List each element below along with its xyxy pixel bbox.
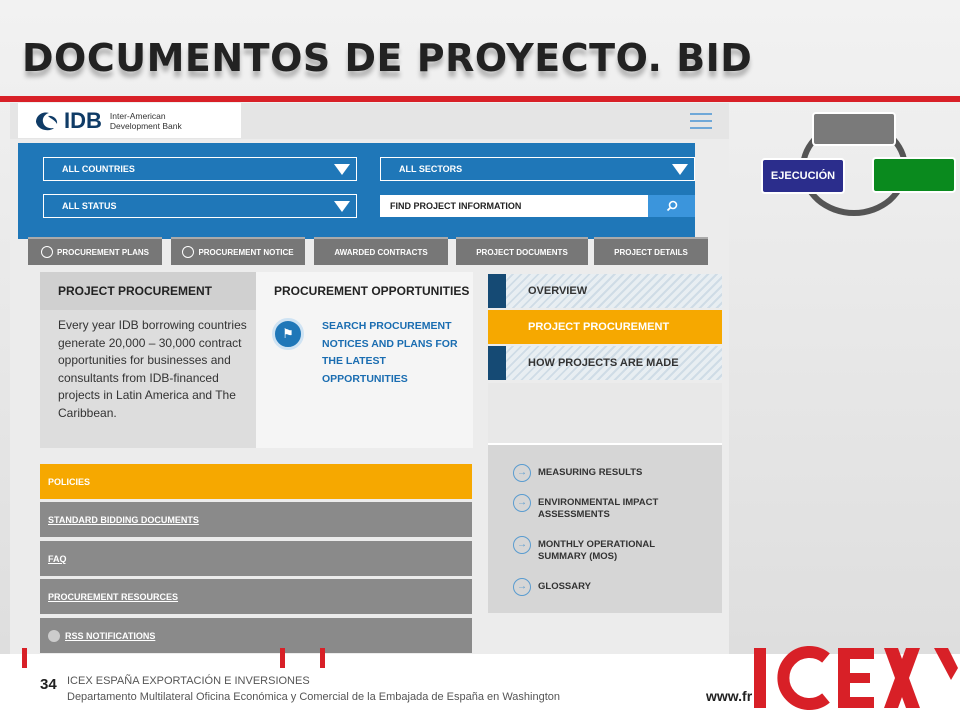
- related-links: → MEASURING RESULTS → ENVIRONMENTAL IMPACT…: [488, 443, 722, 613]
- search-procurement-link[interactable]: SEARCH PROCUREMENT NOTICES AND PLANS FOR…: [322, 318, 462, 388]
- project-search-input[interactable]: FIND PROJECT INFORMATION: [380, 195, 648, 217]
- status-value: ALL STATUS: [62, 201, 117, 211]
- sectors-value: ALL SECTORS: [399, 164, 463, 174]
- logo-name-line1: Inter-American: [109, 110, 166, 121]
- icex-logo: [754, 646, 958, 710]
- link-glossary[interactable]: → GLOSSARY: [513, 578, 591, 596]
- tab-label: PROJECT DETAILS: [614, 247, 688, 257]
- side-menu-how-projects-are-made[interactable]: HOW PROJECTS ARE MADE: [488, 346, 722, 380]
- list-procurement-resources[interactable]: PROCUREMENT RESOURCES: [40, 579, 472, 614]
- tab-label: PROCUREMENT PLANS: [56, 247, 149, 257]
- filter-band: ALL COUNTRIES ALL SECTORS ALL STATUS FIN…: [18, 143, 695, 239]
- idb-logo[interactable]: IDB Inter-American Development Bank: [18, 103, 241, 138]
- link-label: GLOSSARY: [538, 581, 591, 592]
- slide-title: DOCUMENTOS DE PROYECTO. BID: [22, 36, 753, 80]
- tab-project-details[interactable]: PROJECT DETAILS: [594, 237, 708, 265]
- footer-decoration: [22, 648, 27, 668]
- side-menu-project-procurement[interactable]: PROJECT PROCUREMENT: [488, 310, 722, 344]
- cycle-stage-grey: [812, 112, 896, 146]
- cycle-stage-ejecucion: EJECUCIÓN: [761, 158, 845, 194]
- chevron-down-icon: [672, 163, 688, 175]
- procurement-panel: PROJECT PROCUREMENT PROCUREMENT OPPORTUN…: [40, 272, 473, 448]
- globe-icon: [36, 111, 58, 130]
- arrow-right-icon: →: [513, 494, 531, 512]
- procurement-search-box: ⚑ SEARCH PROCUREMENT NOTICES AND PLANS F…: [256, 310, 473, 448]
- chevron-down-icon: [334, 163, 350, 175]
- tab-awarded-contracts[interactable]: AWARDED CONTRACTS: [314, 237, 448, 265]
- footer-organization: ICEX ESPAÑA EXPORTACIÓN E INVERSIONES: [67, 675, 310, 687]
- footer-department: Departamento Multilateral Oficina Económ…: [67, 691, 561, 703]
- arrow-right-icon: →: [513, 464, 531, 482]
- flag-icon: [182, 246, 195, 258]
- flag-icon: ⚑: [272, 318, 304, 350]
- title-divider: [0, 96, 960, 102]
- status-dropdown[interactable]: ALL STATUS: [43, 194, 357, 218]
- tab-procurement-notice[interactable]: PROCUREMENT NOTICE: [171, 237, 305, 265]
- hamburger-menu-icon[interactable]: [681, 108, 721, 136]
- arrow-right-icon: →: [513, 536, 531, 554]
- tab-project-documents[interactable]: PROJECT DOCUMENTS: [456, 237, 588, 265]
- footer-url: www.fr: [706, 688, 752, 704]
- rss-icon: [48, 629, 60, 642]
- link-measuring-results[interactable]: → MEASURING RESULTS: [513, 464, 643, 482]
- list-faq[interactable]: FAQ: [40, 541, 472, 576]
- footer-decoration: [280, 648, 285, 668]
- link-environmental-impact[interactable]: → ENVIRONMENTAL IMPACT ASSESSMENTS: [513, 494, 663, 521]
- idb-website-screenshot: IDB Inter-American Development Bank ALL …: [10, 103, 729, 654]
- tab-label: AWARDED CONTRACTS: [334, 247, 428, 257]
- list-standard-bidding-documents[interactable]: STANDARD BIDDING DOCUMENTS: [40, 502, 472, 537]
- site-header: IDB Inter-American Development Bank: [10, 103, 729, 139]
- link-label: MEASURING RESULTS: [538, 467, 643, 478]
- logo-fullname: Inter-American Development Bank: [110, 111, 182, 131]
- countries-dropdown[interactable]: ALL COUNTRIES: [43, 157, 357, 181]
- list-rss-notifications[interactable]: RSS NOTIFICATIONS: [40, 618, 472, 653]
- page-number: 34: [40, 676, 57, 693]
- search-button[interactable]: [648, 195, 695, 217]
- chevron-down-icon: [334, 200, 350, 212]
- logo-abbr: IDB: [64, 107, 102, 133]
- link-label: MONTHLY OPERATIONAL SUMMARY (MOS): [538, 539, 655, 562]
- tab-procurement-plans[interactable]: PROCUREMENT PLANS: [28, 237, 162, 265]
- arrow-right-icon: →: [513, 578, 531, 596]
- tab-label: PROCUREMENT NOTICE: [198, 247, 294, 257]
- link-monthly-operational-summary[interactable]: → MONTHLY OPERATIONAL SUMMARY (MOS): [513, 536, 663, 563]
- project-procurement-heading: PROJECT PROCUREMENT: [40, 272, 256, 310]
- side-menu: OVERVIEW PROJECT PROCUREMENT HOW PROJECT…: [488, 274, 722, 381]
- footer-decoration: [320, 648, 325, 668]
- countries-value: ALL COUNTRIES: [62, 164, 135, 174]
- search-icon: [666, 200, 677, 212]
- cycle-stage-green: [872, 157, 956, 193]
- flag-icon: [40, 246, 53, 258]
- link-label: ENVIRONMENTAL IMPACT ASSESSMENTS: [538, 497, 659, 520]
- side-menu-overview[interactable]: OVERVIEW: [488, 274, 722, 308]
- sectors-dropdown[interactable]: ALL SECTORS: [380, 157, 695, 181]
- presentation-slide: DOCUMENTOS DE PROYECTO. BID EJECUCIÓN ID…: [0, 0, 960, 720]
- list-label: RSS NOTIFICATIONS: [65, 630, 156, 641]
- procurement-description: Every year IDB borrowing countries gener…: [58, 318, 247, 420]
- list-policies[interactable]: POLICIES: [40, 464, 472, 499]
- logo-name-line2: Development Bank: [109, 120, 182, 131]
- tab-label: PROJECT DOCUMENTS: [476, 247, 568, 257]
- procurement-opportunities-heading: PROCUREMENT OPPORTUNITIES: [256, 272, 473, 310]
